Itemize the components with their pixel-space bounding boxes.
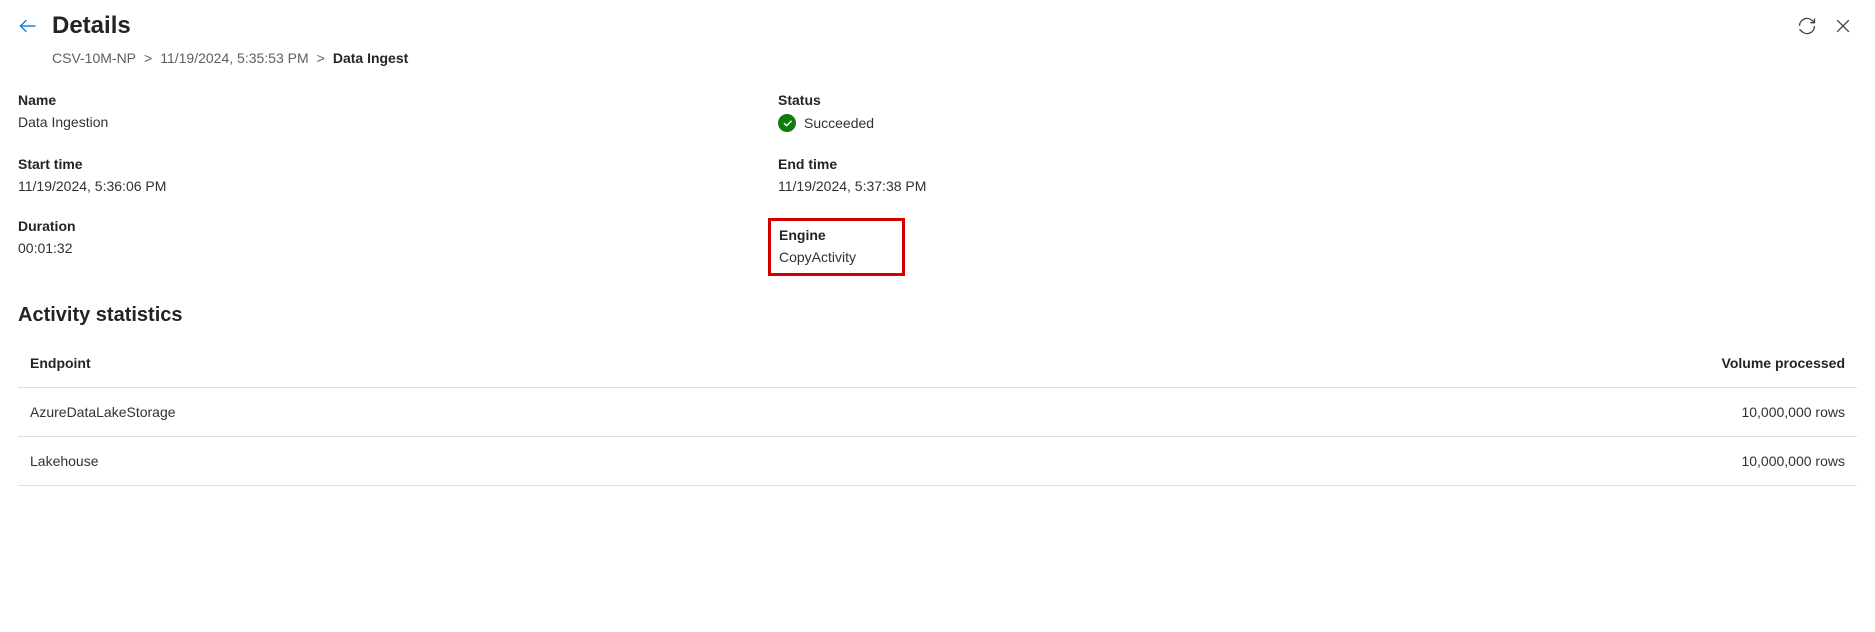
- table-row: AzureDataLakeStorage 10,000,000 rows: [18, 388, 1857, 437]
- end-time-value: 11/19/2024, 5:37:38 PM: [778, 178, 1538, 194]
- duration-label: Duration: [18, 218, 778, 234]
- duration-value: 00:01:32: [18, 240, 778, 256]
- cell-volume: 10,000,000 rows: [1002, 388, 1857, 437]
- table-row: Lakehouse 10,000,000 rows: [18, 437, 1857, 486]
- activity-statistics-title: Activity statistics: [0, 276, 1875, 329]
- close-icon[interactable]: [1833, 16, 1853, 36]
- breadcrumb-current: Data Ingest: [333, 50, 408, 66]
- detail-end-time: End time 11/19/2024, 5:37:38 PM: [778, 156, 1538, 194]
- cell-volume: 10,000,000 rows: [1002, 437, 1857, 486]
- detail-engine-highlight: Engine CopyActivity: [768, 218, 905, 276]
- detail-start-time: Start time 11/19/2024, 5:36:06 PM: [18, 156, 778, 194]
- chevron-right-icon: >: [317, 50, 325, 66]
- name-label: Name: [18, 92, 778, 108]
- status-value: Succeeded: [804, 115, 874, 131]
- page-title: Details: [52, 12, 131, 40]
- col-volume: Volume processed: [1002, 339, 1857, 388]
- cell-endpoint: Lakehouse: [18, 437, 1002, 486]
- header: Details: [0, 0, 1875, 44]
- detail-engine-wrapper: Engine CopyActivity: [778, 218, 1538, 276]
- table-header-row: Endpoint Volume processed: [18, 339, 1857, 388]
- detail-name: Name Data Ingestion: [18, 92, 778, 132]
- cell-endpoint: AzureDataLakeStorage: [18, 388, 1002, 437]
- engine-value: CopyActivity: [779, 249, 856, 265]
- start-time-value: 11/19/2024, 5:36:06 PM: [18, 178, 778, 194]
- details-grid: Name Data Ingestion Status Succeeded Sta…: [0, 80, 1556, 276]
- breadcrumb-item-pipeline[interactable]: CSV-10M-NP: [52, 50, 136, 66]
- breadcrumb: CSV-10M-NP > 11/19/2024, 5:35:53 PM > Da…: [0, 44, 1875, 80]
- breadcrumb-item-run[interactable]: 11/19/2024, 5:35:53 PM: [160, 50, 308, 66]
- detail-status: Status Succeeded: [778, 92, 1538, 132]
- start-time-label: Start time: [18, 156, 778, 172]
- detail-duration: Duration 00:01:32: [18, 218, 778, 276]
- refresh-icon[interactable]: [1797, 16, 1817, 36]
- chevron-right-icon: >: [144, 50, 152, 66]
- header-left: Details: [18, 12, 131, 40]
- name-value: Data Ingestion: [18, 114, 778, 130]
- end-time-label: End time: [778, 156, 1538, 172]
- activity-statistics-table: Endpoint Volume processed AzureDataLakeS…: [18, 339, 1857, 486]
- success-check-icon: [778, 114, 796, 132]
- engine-label: Engine: [779, 227, 856, 243]
- col-endpoint: Endpoint: [18, 339, 1002, 388]
- header-actions: [1797, 16, 1853, 36]
- status-row: Succeeded: [778, 114, 1538, 132]
- back-arrow-icon[interactable]: [18, 16, 38, 36]
- status-label: Status: [778, 92, 1538, 108]
